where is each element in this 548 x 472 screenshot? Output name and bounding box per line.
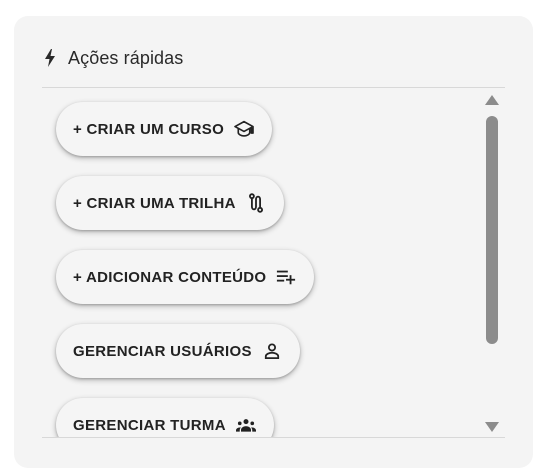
- actions-list[interactable]: + CRIAR UM CURSO + CRIAR UMA TRILHA + AD…: [42, 88, 482, 437]
- create-trail-button[interactable]: + CRIAR UMA TRILHA: [56, 176, 284, 230]
- person-icon: [262, 341, 282, 361]
- scrollbar[interactable]: [482, 92, 502, 436]
- add-content-label: + ADICIONAR CONTEÚDO: [73, 268, 267, 286]
- scroll-down-arrow-icon[interactable]: [485, 422, 499, 432]
- graduation-cap-icon: [234, 119, 254, 139]
- manage-users-button[interactable]: GERENCIAR USUÁRIOS: [56, 324, 300, 378]
- bolt-icon: [44, 49, 56, 67]
- panel-title: Ações rápidas: [68, 47, 184, 68]
- manage-class-label: GERENCIAR TURMA: [73, 416, 226, 434]
- add-content-button[interactable]: + ADICIONAR CONTEÚDO: [56, 250, 315, 304]
- route-icon: [246, 193, 266, 213]
- quick-actions-panel: Ações rápidas + CRIAR UM CURSO + CRIAR U…: [14, 16, 533, 468]
- panel-header: Ações rápidas: [44, 46, 183, 70]
- group-icon: [235, 415, 256, 435]
- create-course-button[interactable]: + CRIAR UM CURSO: [56, 102, 273, 156]
- playlist-add-icon: [276, 267, 296, 287]
- manage-class-button[interactable]: GERENCIAR TURMA: [56, 398, 274, 437]
- create-trail-label: + CRIAR UMA TRILHA: [73, 194, 236, 212]
- create-course-label: + CRIAR UM CURSO: [73, 120, 225, 138]
- scrollbar-thumb[interactable]: [486, 116, 498, 344]
- manage-users-label: GERENCIAR USUÁRIOS: [73, 342, 252, 360]
- footer-divider: [42, 437, 505, 438]
- scroll-up-arrow-icon[interactable]: [485, 95, 499, 105]
